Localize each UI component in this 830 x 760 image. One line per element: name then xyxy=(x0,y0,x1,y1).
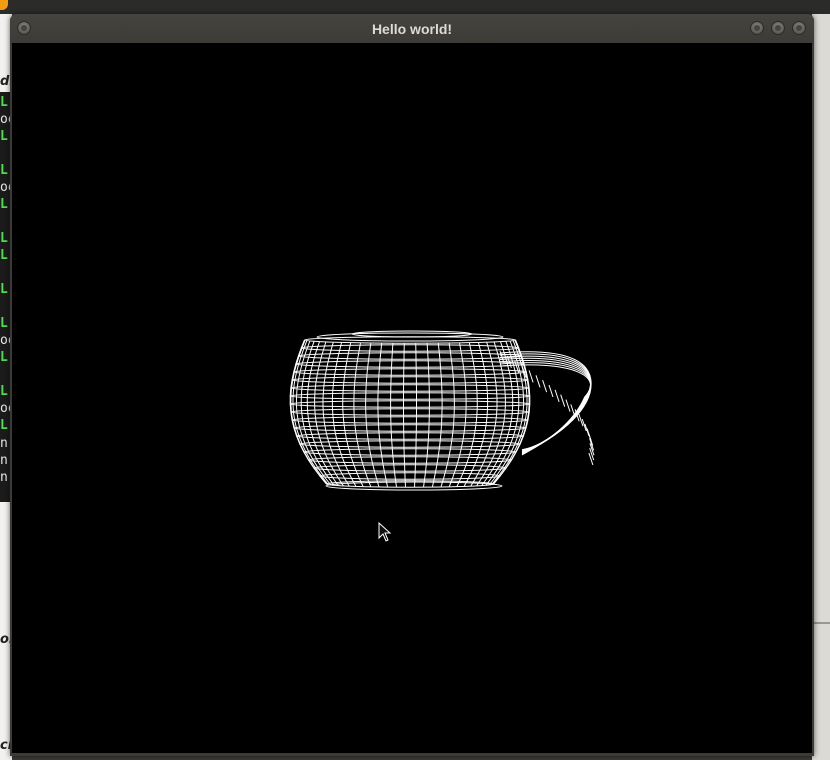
console-line: L xyxy=(0,384,8,399)
window-title: Hello world! xyxy=(371,21,453,37)
console-line: L xyxy=(0,350,8,365)
teacup-wireframe xyxy=(289,330,595,491)
main-window: Hello world! xyxy=(10,14,814,756)
console-line: L xyxy=(0,231,8,246)
console-line: n xyxy=(0,436,8,451)
minimize-button[interactable] xyxy=(750,21,764,35)
background-divider xyxy=(812,622,830,624)
console-line: L xyxy=(0,129,8,144)
mouse-cursor-icon xyxy=(378,522,392,542)
background-window-right xyxy=(812,14,830,760)
console-line: L xyxy=(0,197,8,212)
desktop-top-bar xyxy=(0,0,830,14)
console-line: L xyxy=(0,418,8,433)
console-line: L xyxy=(0,282,8,297)
console-line: L xyxy=(0,316,8,331)
console-line: L xyxy=(0,95,8,110)
console-line: n xyxy=(0,470,8,485)
console-line: n xyxy=(0,453,8,468)
maximize-button[interactable] xyxy=(771,21,785,35)
opengl-canvas[interactable] xyxy=(12,43,812,753)
console-line: L xyxy=(0,163,8,178)
window-titlebar[interactable]: Hello world! xyxy=(10,14,814,44)
close-button[interactable] xyxy=(792,21,806,35)
console-line: L xyxy=(0,248,8,263)
